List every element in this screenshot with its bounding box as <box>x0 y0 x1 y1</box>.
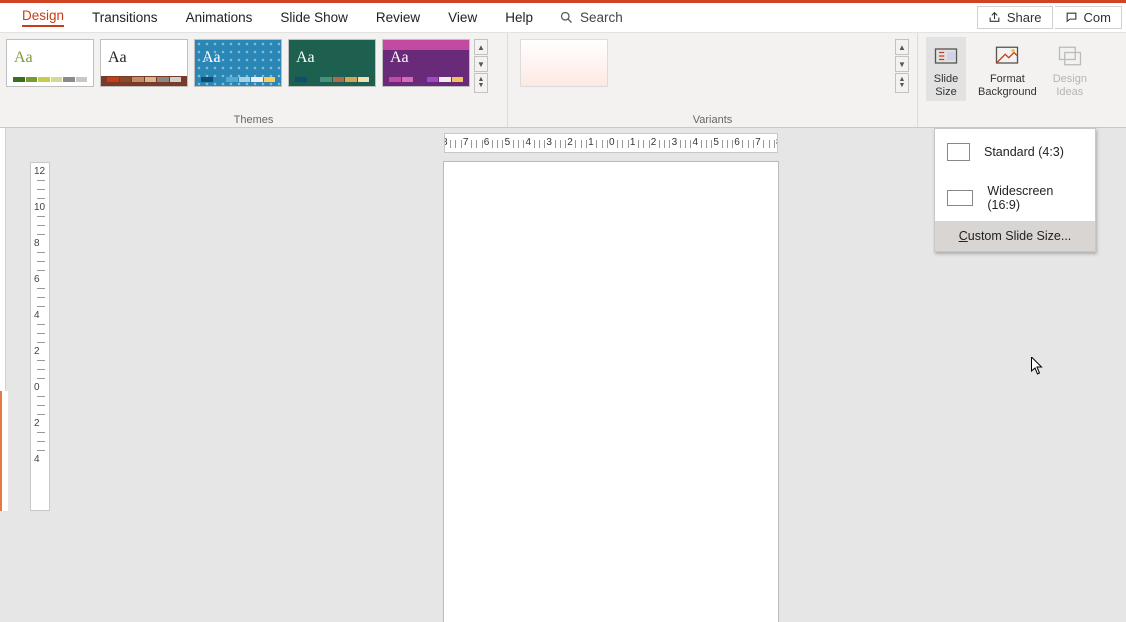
horizontal-ruler[interactable]: 87654321012345678 <box>444 133 778 153</box>
tell-me-search[interactable]: Search <box>559 10 623 25</box>
share-icon <box>988 11 1001 24</box>
group-customize: Slide Size Format Background Design Idea… <box>918 33 1126 127</box>
tab-view[interactable]: View <box>434 6 491 29</box>
comments-button[interactable]: Com <box>1055 6 1122 29</box>
tab-slide-show[interactable]: Slide Show <box>266 6 362 29</box>
themes-more[interactable]: ▲▼ <box>474 73 488 93</box>
slide-canvas[interactable] <box>444 162 778 622</box>
slide-size-button[interactable]: Slide Size <box>926 37 966 101</box>
aspect-16-9-icon <box>947 190 973 206</box>
share-label: Share <box>1007 10 1042 25</box>
design-ideas-icon <box>1056 42 1084 70</box>
comments-label: Com <box>1084 10 1111 25</box>
slide-size-custom[interactable]: Custom Slide Size... <box>935 221 1095 251</box>
comment-icon <box>1065 11 1078 24</box>
themes-gallery: AaAaAaAaAa ▲ ▼ ▲▼ <box>0 33 507 94</box>
tab-transitions[interactable]: Transitions <box>78 6 172 29</box>
slide-size-standard-label: Standard (4:3) <box>984 145 1064 159</box>
aspect-4-3-icon <box>947 143 970 161</box>
format-background-label: Format Background <box>978 73 1037 99</box>
format-background-button[interactable]: Format Background <box>974 37 1041 101</box>
slide-size-menu: Standard (4:3) Widescreen (16:9) Custom … <box>934 128 1096 252</box>
tab-review[interactable]: Review <box>362 6 434 29</box>
slide-size-label: Slide Size <box>934 73 958 99</box>
theme-thumb-1[interactable]: Aa <box>6 39 94 87</box>
design-ideas-button: Design Ideas <box>1049 37 1091 101</box>
slide-size-widescreen[interactable]: Widescreen (16:9) <box>935 175 1095 221</box>
group-variants: ▲ ▼ ▲▼ Variants <box>508 33 918 127</box>
slide-size-icon <box>932 42 960 70</box>
ribbon-design: AaAaAaAaAa ▲ ▼ ▲▼ Themes ▲ ▼ ▲▼ Variants <box>0 33 1126 128</box>
themes-scroll-up[interactable]: ▲ <box>474 39 488 55</box>
themes-group-label: Themes <box>0 114 507 126</box>
share-button[interactable]: Share <box>977 6 1053 29</box>
slide-size-widescreen-label: Widescreen (16:9) <box>987 184 1083 212</box>
theme-thumb-2[interactable]: Aa <box>100 39 188 87</box>
selected-slide-indicator <box>0 391 8 511</box>
theme-thumb-4[interactable]: Aa <box>288 39 376 87</box>
theme-thumb-5[interactable]: Aa <box>382 39 470 87</box>
tab-help[interactable]: Help <box>491 6 547 29</box>
variants-scroll-up[interactable]: ▲ <box>895 39 909 55</box>
theme-thumb-3[interactable]: Aa <box>194 39 282 87</box>
group-themes: AaAaAaAaAa ▲ ▼ ▲▼ Themes <box>0 33 508 127</box>
search-label: Search <box>580 10 623 25</box>
mouse-cursor <box>1031 357 1044 375</box>
search-icon <box>559 10 574 25</box>
design-ideas-label: Design Ideas <box>1053 73 1087 99</box>
variants-scroll-down[interactable]: ▼ <box>895 56 909 72</box>
variant-thumb-1[interactable] <box>520 39 608 87</box>
format-background-icon <box>993 42 1021 70</box>
slide-size-custom-label: Custom Slide Size... <box>959 229 1072 243</box>
tab-design[interactable]: Design <box>8 4 78 31</box>
vertical-ruler[interactable]: 12108642024 <box>30 162 50 511</box>
variants-more[interactable]: ▲▼ <box>895 73 909 93</box>
tab-animations[interactable]: Animations <box>172 6 267 29</box>
slide-size-standard[interactable]: Standard (4:3) <box>935 129 1095 175</box>
variants-group-label: Variants <box>508 114 917 126</box>
tab-strip: Design Transitions Animations Slide Show… <box>0 3 1126 33</box>
themes-scroll-down[interactable]: ▼ <box>474 56 488 72</box>
